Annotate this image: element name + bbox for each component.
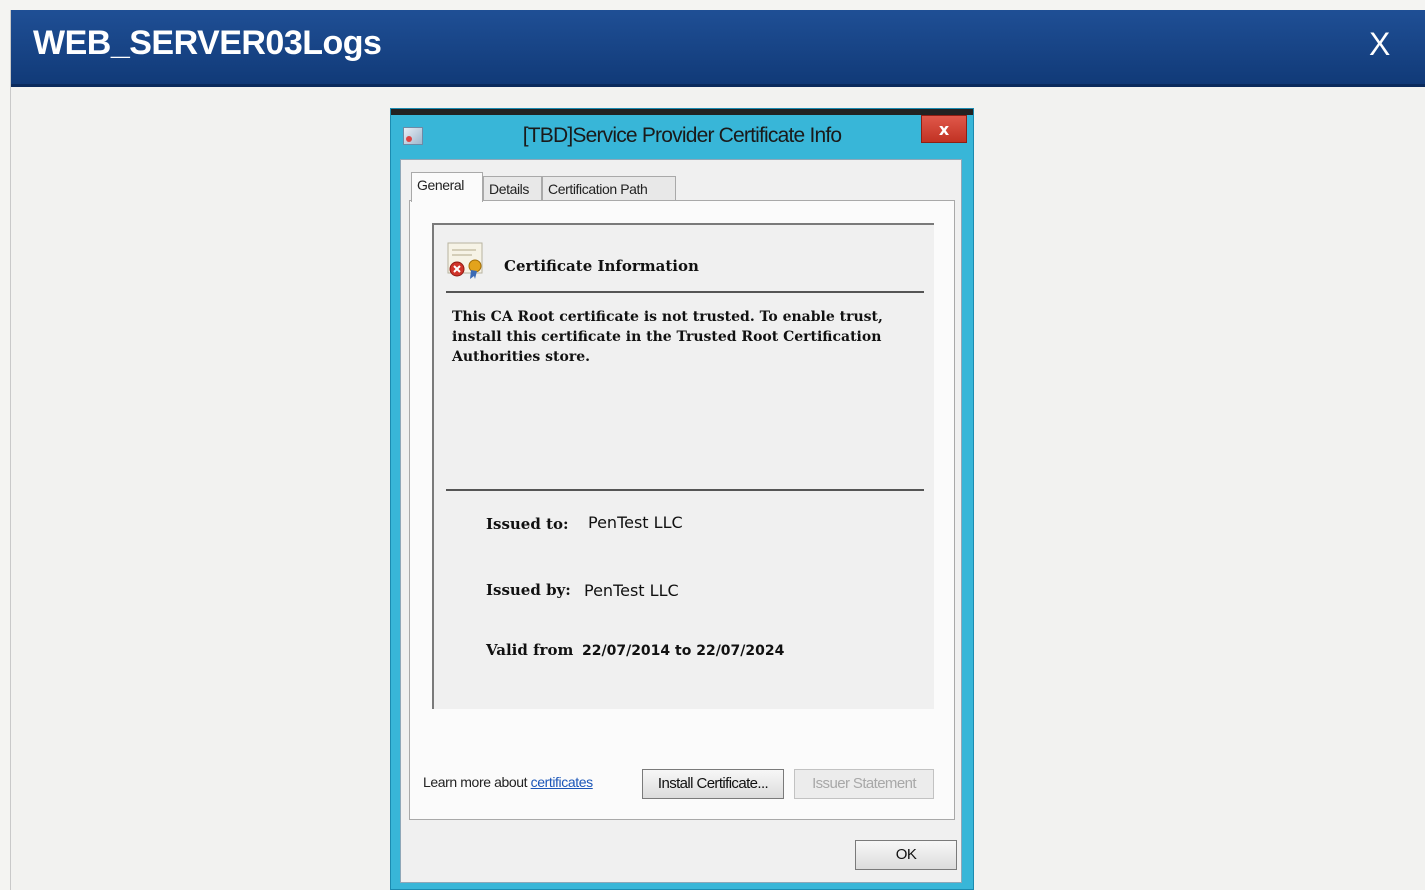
- dialog-top-edge: [391, 109, 973, 115]
- tab-details[interactable]: Details: [483, 176, 542, 200]
- issued-to-label: Issued to:: [486, 515, 569, 533]
- certificate-info-box: Certificate Information This CA Root cer…: [432, 223, 934, 709]
- trust-warning-message: This CA Root certificate is not trusted.…: [452, 309, 883, 365]
- certificate-error-icon: [447, 242, 483, 279]
- tab-certification-path[interactable]: Certification Path: [542, 176, 676, 200]
- issued-by-value: PenTest LLC: [584, 581, 679, 600]
- certificate-dialog: [TBD]Service Provider Certificate Info x…: [390, 108, 974, 890]
- certificate-info-heading: Certificate Information: [504, 257, 699, 275]
- dialog-body: General Details Certification Path Certi…: [400, 159, 962, 883]
- dialog-close-button[interactable]: x: [921, 115, 967, 143]
- dialog-title: [TBD]Service Provider Certificate Info: [522, 124, 842, 147]
- validity-period: 22/07/2014 to 22/07/2024: [582, 643, 785, 659]
- window-titlebar: WEB_SERVER03Logs X: [11, 10, 1425, 87]
- learn-more-prefix: Learn more about: [423, 774, 531, 790]
- divider: [446, 489, 924, 491]
- certificates-link[interactable]: certificates: [531, 774, 594, 790]
- window-close-button[interactable]: X: [1369, 26, 1390, 63]
- window-title: WEB_SERVER03Logs: [33, 24, 382, 62]
- divider: [446, 291, 924, 293]
- issued-by-label: Issued by:: [486, 581, 571, 599]
- install-certificate-button[interactable]: Install Certificate...: [642, 769, 784, 799]
- ok-button[interactable]: OK: [855, 840, 957, 870]
- general-tab-panel: Certificate Information This CA Root cer…: [409, 200, 955, 820]
- issued-to-value: PenTest LLC: [588, 513, 683, 532]
- learn-more-text: Learn more about certificates: [423, 774, 593, 790]
- tab-general[interactable]: General: [411, 172, 483, 202]
- issuer-statement-button[interactable]: Issuer Statement: [794, 769, 934, 799]
- valid-from-label: Valid from: [486, 641, 574, 659]
- close-icon: x: [938, 120, 950, 139]
